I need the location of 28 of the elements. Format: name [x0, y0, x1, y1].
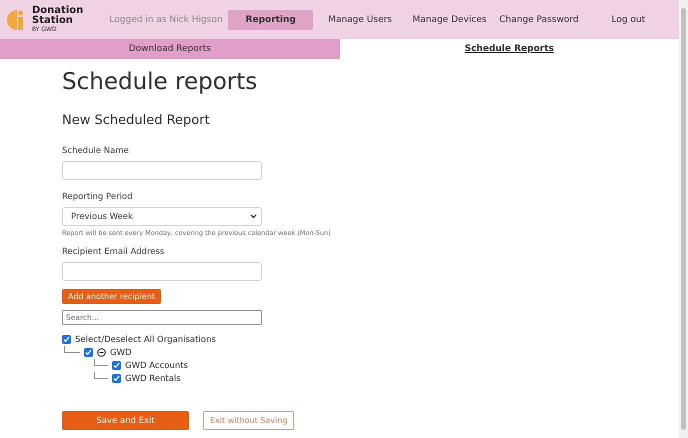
field-label: Recipient Email Address	[62, 247, 164, 257]
collapse-icon[interactable]	[97, 348, 106, 357]
form-title: New Scheduled Report	[62, 113, 210, 128]
tree-label: GWD Accounts	[125, 360, 188, 370]
page-title: Schedule reports	[62, 69, 258, 95]
field-label: Schedule Name	[62, 146, 129, 156]
nav-link[interactable]: Reporting	[228, 10, 314, 30]
tree-label: GWD Rentals	[125, 374, 181, 384]
logged-in-text: Logged in as Nick Higson	[108, 14, 224, 24]
brand-name: Donation	[32, 6, 84, 16]
brand-name: Station	[32, 16, 74, 26]
nav-link[interactable]: Manage Devices	[406, 10, 492, 30]
checkbox[interactable]	[112, 374, 121, 383]
input-field[interactable]	[62, 161, 262, 180]
field-label: Reporting Period	[62, 192, 133, 202]
input-field[interactable]	[62, 262, 262, 281]
scrollbar[interactable]	[679, 0, 688, 438]
nav-link[interactable]: Log out	[586, 10, 672, 30]
tree-label: GWD	[110, 348, 132, 358]
tree-label: Select/Deselect All Organisations	[75, 334, 216, 344]
sub-tab[interactable]: Download Reports	[0, 39, 340, 59]
chevron-down-icon	[250, 214, 257, 219]
period-select[interactable]: Previous Week	[62, 207, 262, 226]
nav-link[interactable]: Change Password	[496, 10, 582, 30]
nav-link[interactable]: Manage Users	[317, 10, 403, 30]
checkbox[interactable]	[112, 361, 121, 370]
checkbox[interactable]	[84, 348, 93, 357]
checkbox[interactable]	[62, 335, 71, 344]
